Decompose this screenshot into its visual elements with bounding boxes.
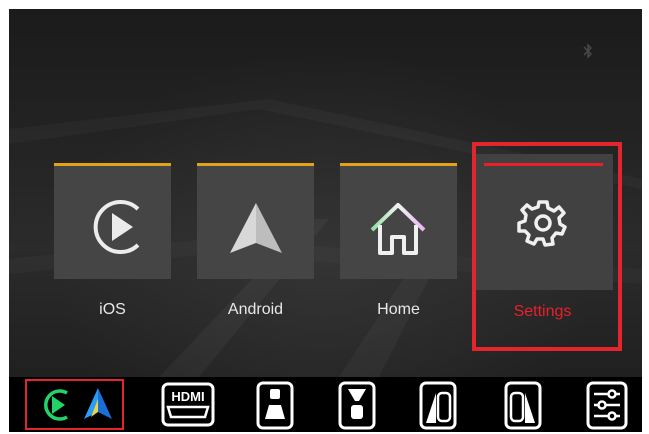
carplay-android-icon bbox=[44, 388, 112, 421]
sliders-icon bbox=[586, 381, 628, 430]
menu-label-home: Home bbox=[377, 301, 420, 318]
bottom-dock: HDMI bbox=[9, 377, 642, 432]
dock-item-hdmi[interactable]: HDMI bbox=[154, 379, 224, 430]
right-camera-icon bbox=[504, 381, 542, 430]
android-auto-icon bbox=[230, 203, 282, 253]
menu-label-ios: iOS bbox=[99, 301, 126, 318]
dock-item-front-rear-camera[interactable] bbox=[335, 379, 380, 430]
hdmi-text: HDMI bbox=[171, 389, 204, 404]
home-icon bbox=[370, 203, 426, 255]
dock-item-front-camera[interactable] bbox=[253, 379, 298, 430]
menu-tile-android[interactable] bbox=[197, 163, 314, 279]
menu-label-settings: Settings bbox=[513, 303, 572, 320]
menu-tile-home[interactable] bbox=[340, 163, 457, 279]
front-camera-icon bbox=[256, 381, 294, 430]
front-rear-camera-icon bbox=[338, 381, 376, 430]
dock-item-carplay-android[interactable] bbox=[27, 379, 123, 430]
bluetooth-icon bbox=[583, 43, 593, 64]
left-camera-icon bbox=[419, 381, 457, 430]
dock-item-left-camera[interactable] bbox=[416, 379, 461, 430]
main-screen: iOS Android Home Settings bbox=[9, 9, 642, 377]
menu-tile-ios[interactable] bbox=[54, 163, 171, 279]
hdmi-icon: HDMI bbox=[161, 382, 215, 427]
dock-item-settings[interactable] bbox=[583, 379, 633, 430]
carplay-icon bbox=[93, 200, 140, 254]
menu-label-android: Android bbox=[227, 301, 284, 318]
dock-item-right-camera[interactable] bbox=[501, 379, 546, 430]
